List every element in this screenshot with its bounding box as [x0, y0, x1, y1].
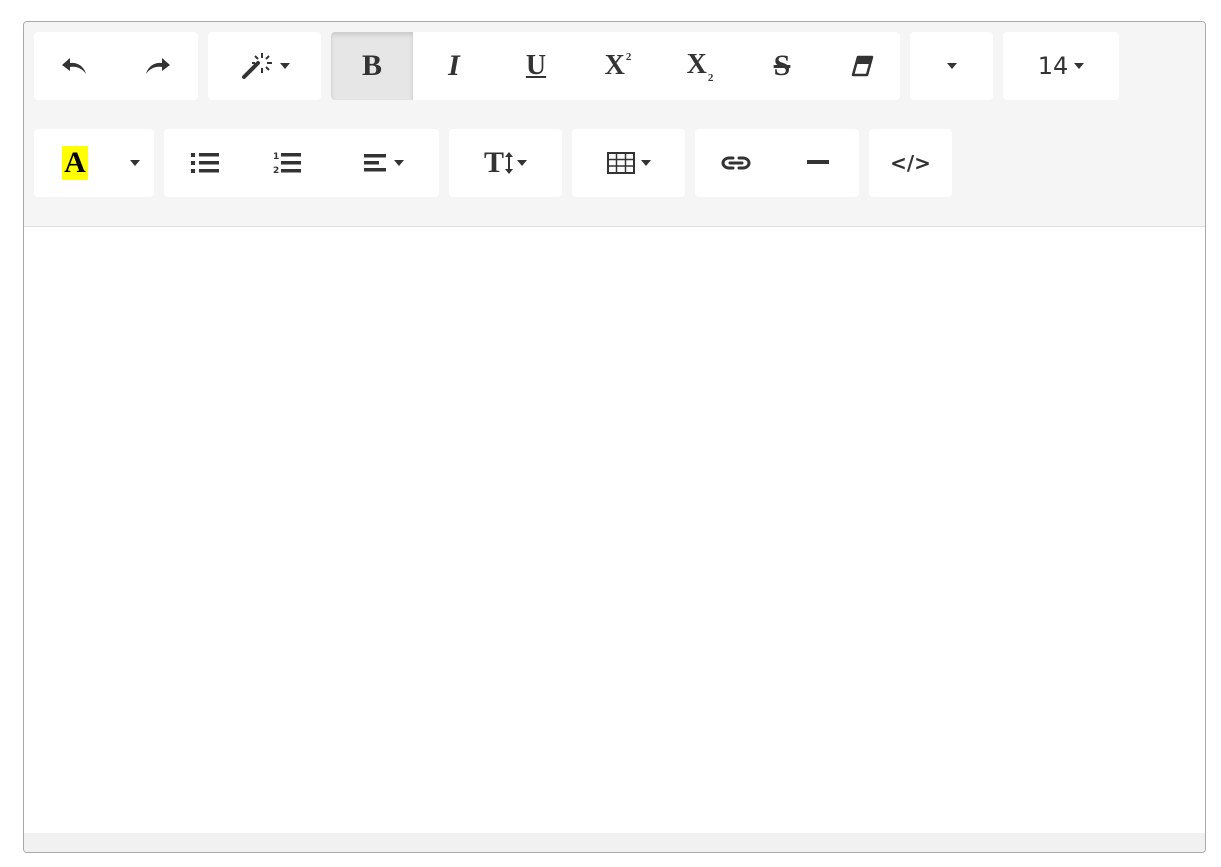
strikethrough-button[interactable]: S [741, 32, 823, 100]
chevron-down-icon [640, 160, 651, 166]
color-group: A [34, 129, 154, 197]
style-group [208, 32, 321, 100]
code-view-button[interactable]: </> [869, 129, 952, 197]
align-left-icon [363, 154, 386, 172]
font-size-value: 14 [1037, 52, 1069, 80]
font-size-group: 14 [1003, 32, 1119, 100]
code-view-icon: </> [890, 151, 931, 175]
view-group: </> [869, 129, 952, 197]
color-dropdown-button[interactable] [116, 129, 154, 197]
superscript-icon: X2 [604, 50, 632, 81]
bold-icon: B [361, 49, 382, 82]
subscript-button[interactable]: X2 [659, 32, 741, 100]
style-dropdown-button[interactable] [208, 32, 321, 100]
vertical-arrows-icon [505, 152, 513, 174]
redo-icon [146, 58, 170, 74]
italic-icon: I [448, 49, 460, 82]
highlight-icon: A [62, 146, 88, 180]
editable-area[interactable] [24, 227, 1205, 833]
superscript-button[interactable]: X2 [577, 32, 659, 100]
horizontal-rule-icon [807, 160, 829, 164]
table-group [572, 129, 685, 197]
insert-group [695, 129, 859, 197]
redo-button[interactable] [116, 32, 198, 100]
unordered-list-button[interactable] [164, 129, 246, 197]
svg-text:1: 1 [273, 152, 279, 162]
underline-icon: U [525, 50, 547, 81]
subscript-icon: X2 [686, 48, 714, 84]
ordered-list-icon: 1 2 [273, 152, 301, 175]
strikethrough-icon: S [773, 49, 791, 82]
highlight-color-button[interactable]: A [34, 129, 116, 197]
toolbar: B I U X2 X2 S 14 A 1 2 T </> [24, 22, 1205, 227]
remove-format-button[interactable] [823, 32, 900, 100]
rich-text-editor: B I U X2 X2 S 14 A 1 2 T </> [23, 21, 1206, 853]
font-style-group: B I U X2 X2 S [331, 32, 900, 100]
chevron-down-icon [393, 160, 404, 166]
line-height-group: T [449, 129, 562, 197]
link-button[interactable] [695, 129, 777, 197]
paragraph-group: 1 2 [164, 129, 439, 197]
ordered-list-button[interactable]: 1 2 [246, 129, 328, 197]
chevron-down-icon [1074, 63, 1085, 69]
font-name-dropdown[interactable] [910, 32, 993, 100]
eraser-icon [851, 55, 873, 77]
svg-text:2: 2 [273, 166, 279, 175]
chevron-down-icon [517, 160, 527, 166]
paragraph-align-dropdown[interactable] [328, 129, 439, 197]
table-dropdown[interactable] [572, 129, 685, 197]
italic-button[interactable]: I [413, 32, 495, 100]
history-group [34, 32, 198, 100]
chevron-down-icon [130, 160, 140, 166]
bold-button[interactable]: B [331, 32, 413, 100]
undo-icon [62, 58, 86, 74]
underline-button[interactable]: U [495, 32, 577, 100]
line-height-icon: T [483, 146, 504, 179]
magic-wand-icon [241, 53, 272, 79]
undo-button[interactable] [34, 32, 116, 100]
table-icon [606, 152, 635, 174]
link-icon [721, 156, 751, 170]
font-size-dropdown[interactable]: 14 [1003, 32, 1119, 100]
chevron-down-icon [946, 63, 957, 69]
line-height-dropdown[interactable]: T [449, 129, 562, 197]
unordered-list-icon [191, 153, 219, 173]
horizontal-rule-button[interactable] [777, 129, 859, 197]
chevron-down-icon [279, 63, 290, 69]
font-name-group [910, 32, 993, 100]
resize-statusbar[interactable] [24, 833, 1205, 852]
